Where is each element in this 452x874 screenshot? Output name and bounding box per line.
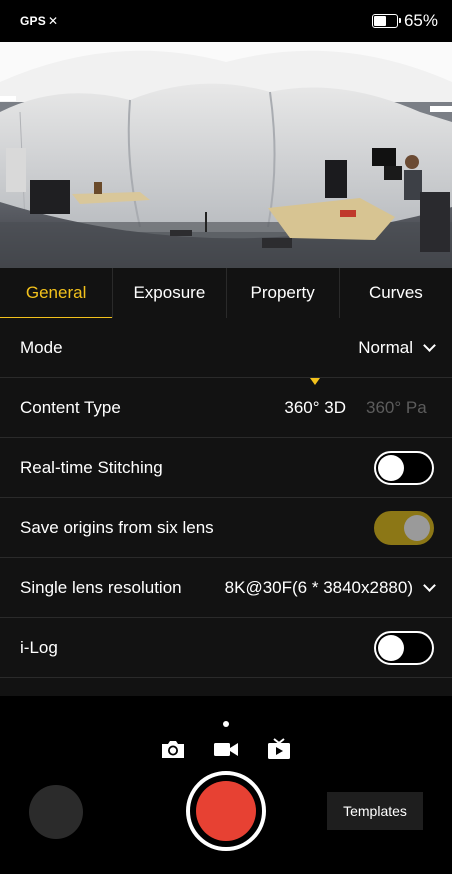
record-button-fill (196, 781, 256, 841)
ilog-toggle[interactable] (374, 630, 434, 665)
tab-general[interactable]: General (0, 268, 114, 319)
content-type-label: Content Type (20, 397, 121, 417)
mode-dropdown[interactable]: Normal (358, 337, 436, 358)
content-type-picker[interactable]: 360° 3D 360° Pa (284, 377, 434, 418)
battery-percent: 65% (403, 11, 438, 30)
templates-button[interactable]: Templates (327, 792, 423, 830)
list-spacer (0, 678, 452, 696)
camera-preview[interactable] (0, 42, 452, 268)
status-bar: GPS ✕ 65% (0, 0, 452, 42)
selection-marker-icon (310, 377, 321, 385)
gps-label: GPS (20, 14, 46, 28)
gps-off-icon: ✕ (47, 14, 59, 28)
panorama-preview-image (0, 42, 452, 268)
realtime-stitching-label: Real-time Stitching (20, 457, 163, 477)
single-lens-resolution-row[interactable]: Single lens resolution 8K@30F(6 * 3840x2… (0, 558, 452, 618)
live-stream-icon[interactable] (266, 738, 292, 760)
content-type-option-pano[interactable]: 360° Pa (366, 398, 434, 418)
toggle-knob (404, 514, 430, 541)
tab-exposure[interactable]: Exposure (113, 268, 227, 318)
content-type-option-3d[interactable]: 360° 3D (284, 398, 346, 418)
tab-curves[interactable]: Curves (340, 268, 452, 318)
tab-property[interactable]: Property (227, 268, 340, 318)
realtime-stitching-row: Real-time Stitching (0, 438, 452, 498)
mode-value: Normal (358, 337, 413, 357)
gallery-thumbnail-button[interactable] (29, 785, 83, 839)
save-origins-toggle[interactable] (374, 510, 434, 545)
gps-indicator: GPS ✕ (20, 14, 58, 28)
realtime-stitching-toggle[interactable] (374, 450, 434, 485)
content-type-row: Content Type 360° 3D 360° Pa (0, 377, 452, 438)
record-button[interactable] (186, 771, 266, 851)
mode-row[interactable]: Mode Normal (0, 318, 452, 378)
resolution-dropdown[interactable]: 8K@30F(6 * 3840x2880) (224, 577, 436, 598)
resolution-value: 8K@30F(6 * 3840x2880) (224, 577, 413, 597)
camera-icon[interactable] (160, 738, 186, 760)
toggle-knob (378, 634, 404, 661)
save-origins-label: Save origins from six lens (20, 517, 214, 537)
ilog-label: i-Log (20, 637, 58, 657)
general-settings-list: Mode Normal Content Type 360° 3D 360° Pa… (0, 318, 452, 696)
chevron-down-icon (423, 339, 436, 352)
ilog-row: i-Log (0, 618, 452, 678)
selected-mode-indicator (223, 721, 229, 727)
save-origins-row: Save origins from six lens (0, 498, 452, 558)
mode-label: Mode (20, 337, 63, 357)
settings-tabs: General Exposure Property Curves (0, 268, 452, 319)
battery-icon (371, 14, 401, 28)
capture-controls: Templates (0, 700, 452, 874)
toggle-knob (378, 454, 404, 481)
battery-indicator: 65% (371, 11, 438, 31)
video-camera-icon[interactable] (213, 738, 239, 760)
chevron-down-icon (423, 579, 436, 592)
single-lens-resolution-label: Single lens resolution (20, 577, 182, 597)
